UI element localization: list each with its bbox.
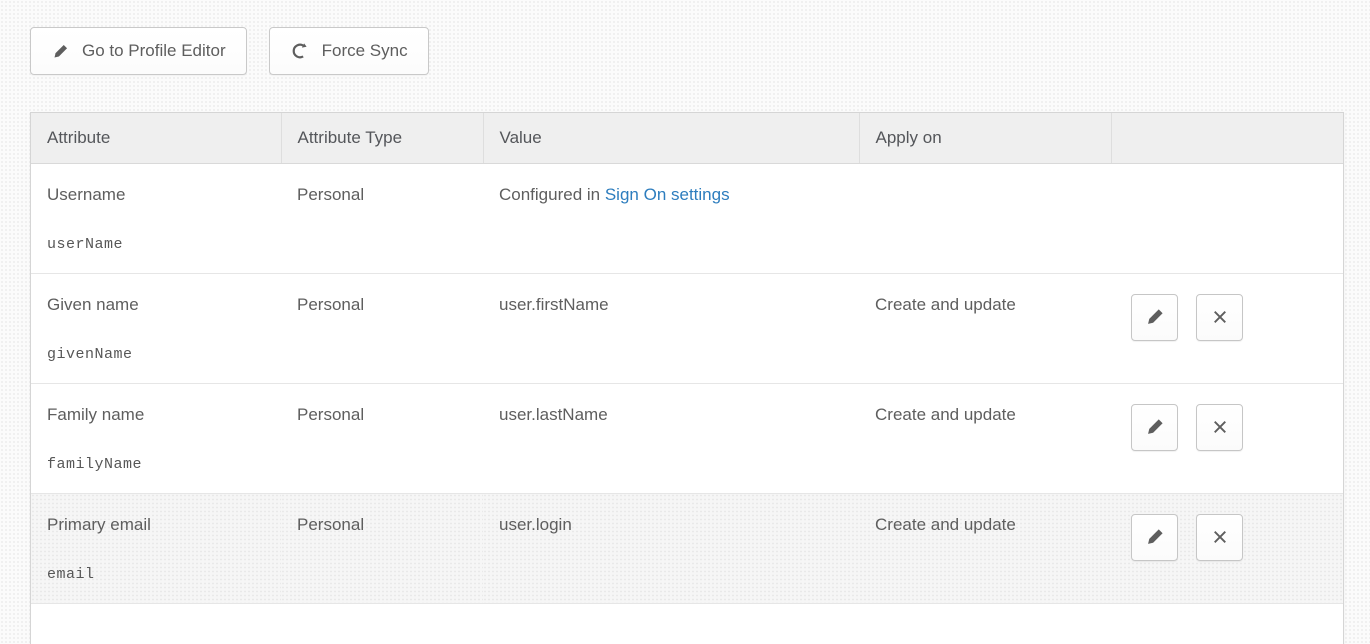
attribute-type-cell: Personal: [281, 383, 483, 493]
delete-mapping-button[interactable]: [1196, 404, 1243, 451]
go-to-profile-editor-label: Go to Profile Editor: [82, 41, 226, 61]
delete-mapping-button[interactable]: [1196, 514, 1243, 561]
attribute-variable-name: userName: [47, 236, 265, 253]
table-row-username: Username userName Personal Configured in…: [31, 163, 1343, 273]
table-row-partial: [31, 603, 1343, 644]
value-cell: user.login: [483, 493, 859, 603]
force-sync-label: Force Sync: [322, 41, 408, 61]
attribute-type-cell: Personal: [281, 273, 483, 383]
attribute-label: Username: [47, 185, 265, 205]
column-header-value: Value: [483, 113, 859, 163]
apply-on-cell: [859, 163, 1111, 273]
close-icon: [1209, 526, 1231, 548]
value-cell: user.firstName: [483, 273, 859, 383]
pencil-icon: [51, 42, 70, 61]
close-icon: [1209, 416, 1231, 438]
attribute-type-cell: Personal: [281, 163, 483, 273]
column-header-attribute: Attribute: [31, 113, 281, 163]
edit-mapping-button[interactable]: [1131, 294, 1178, 341]
attribute-label: Family name: [47, 405, 265, 425]
attribute-variable-name: familyName: [47, 456, 265, 473]
column-header-attribute-type: Attribute Type: [281, 113, 483, 163]
pencil-icon: [1144, 526, 1166, 548]
value-cell: user.lastName: [483, 383, 859, 493]
close-icon: [1209, 306, 1231, 328]
attribute-label: Primary email: [47, 515, 265, 535]
value-cell: Configured in Sign On settings: [483, 163, 859, 273]
attribute-variable-name: email: [47, 566, 265, 583]
refresh-icon: [290, 41, 310, 61]
attribute-variable-name: givenName: [47, 346, 265, 363]
table-row-family-name: Family name familyName Personal user.las…: [31, 383, 1343, 493]
attribute-type-cell: Personal: [281, 493, 483, 603]
attribute-label: Given name: [47, 295, 265, 315]
attribute-mappings-table: Attribute Attribute Type Value Apply on …: [30, 112, 1344, 644]
sign-on-settings-link[interactable]: Sign On settings: [605, 185, 730, 204]
value-text: Configured in: [499, 185, 605, 204]
column-header-apply-on: Apply on: [859, 113, 1111, 163]
table-row-primary-email: Primary email email Personal user.login …: [31, 493, 1343, 603]
force-sync-button[interactable]: Force Sync: [269, 27, 429, 75]
apply-on-cell: Create and update: [859, 383, 1111, 493]
table-header: Attribute Attribute Type Value Apply on: [31, 113, 1343, 163]
pencil-icon: [1144, 306, 1166, 328]
pencil-icon: [1144, 416, 1166, 438]
column-header-actions: [1111, 113, 1343, 163]
edit-mapping-button[interactable]: [1131, 404, 1178, 451]
apply-on-cell: Create and update: [859, 493, 1111, 603]
table-row-given-name: Given name givenName Personal user.first…: [31, 273, 1343, 383]
edit-mapping-button[interactable]: [1131, 514, 1178, 561]
go-to-profile-editor-button[interactable]: Go to Profile Editor: [30, 27, 247, 75]
apply-on-cell: Create and update: [859, 273, 1111, 383]
delete-mapping-button[interactable]: [1196, 294, 1243, 341]
toolbar: Go to Profile Editor Force Sync: [30, 27, 429, 75]
